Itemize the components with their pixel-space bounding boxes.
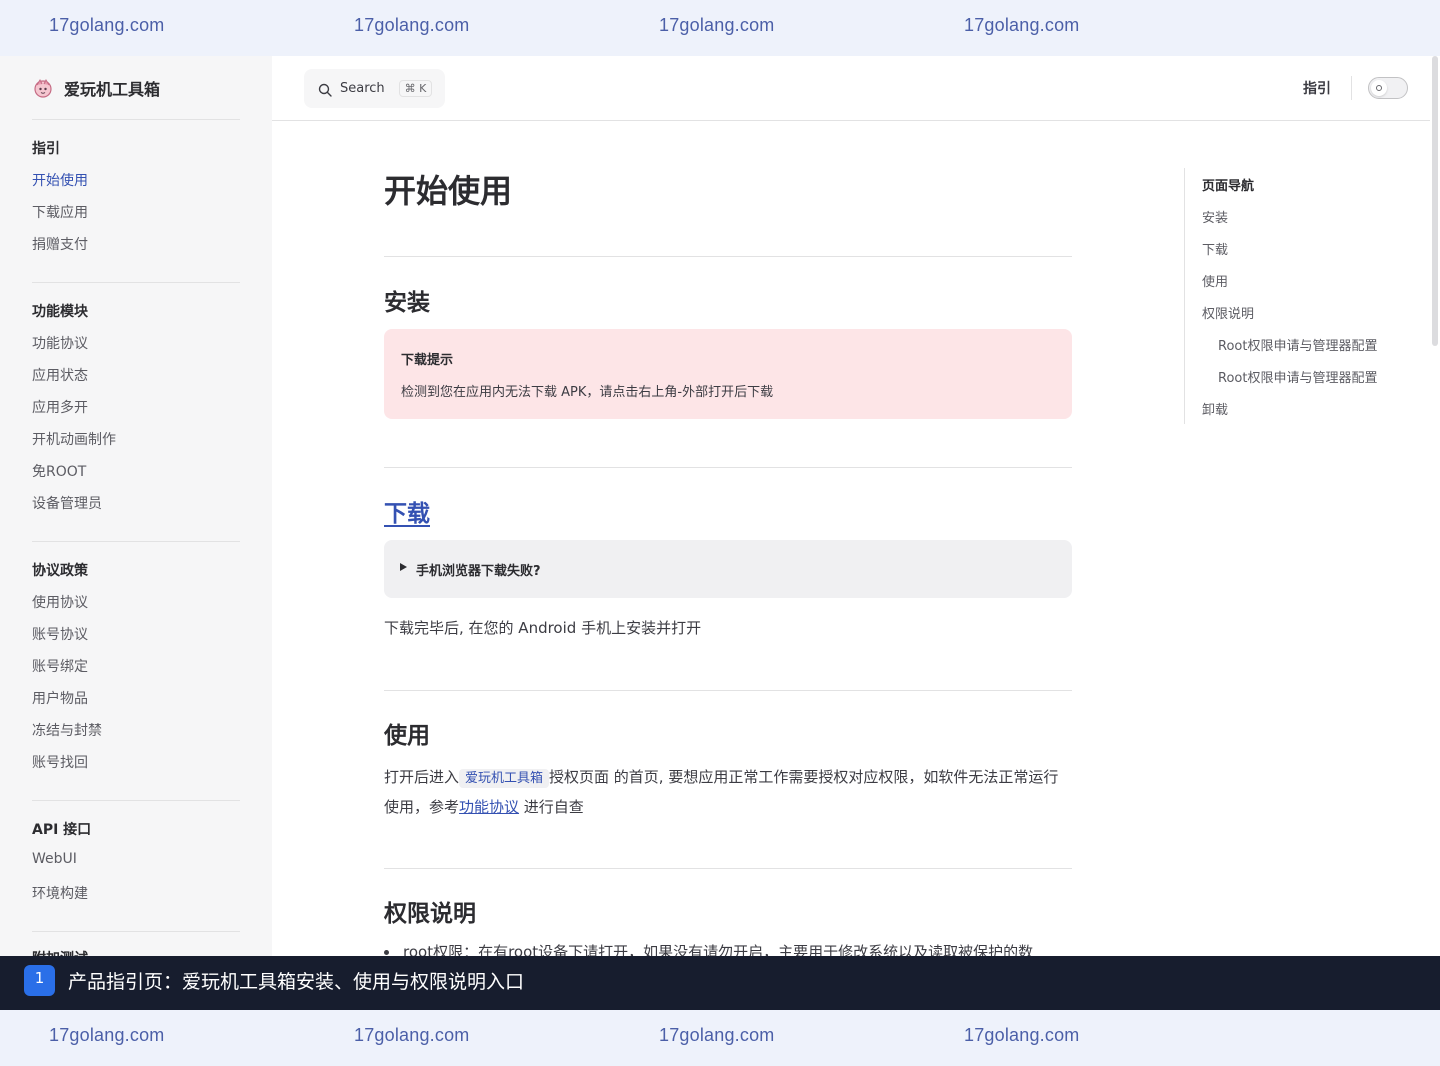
- sidebar-item-app-multi[interactable]: 应用多开: [32, 397, 88, 417]
- sidebar-group-title: 功能模块: [32, 304, 88, 320]
- bullet: [384, 950, 389, 955]
- watermark-text: 17golang.com: [659, 1025, 775, 1045]
- nav-link-guide[interactable]: 指引: [1303, 78, 1331, 98]
- sidebar-item-start[interactable]: 开始使用: [32, 170, 88, 190]
- theme-toggle[interactable]: [1368, 77, 1408, 99]
- triangle-right-icon: [400, 563, 407, 571]
- sidebar-item-account-recovery[interactable]: 账号找回: [32, 752, 88, 772]
- page-title: 开始使用: [384, 172, 513, 210]
- watermark-text: 17golang.com: [354, 15, 470, 35]
- usage-text: 进行自查: [519, 798, 584, 816]
- caption-bar: 1 产品指引页：爱玩机工具箱安装、使用与权限说明入口: [0, 956, 1440, 1010]
- sidebar-item-download-app[interactable]: 下载应用: [32, 202, 88, 222]
- tip-text: 检测到您在应用内无法下载 APK，请点击右上角-外部打开后下载: [401, 385, 774, 400]
- search-button[interactable]: Search ⌘ K: [304, 69, 445, 108]
- heading-install: 安装: [384, 290, 430, 316]
- caption-badge: 1: [24, 965, 55, 996]
- sidebar-divider: [32, 282, 240, 283]
- heading-download-link[interactable]: 下载: [384, 494, 430, 528]
- watermark-text: 17golang.com: [49, 15, 165, 35]
- sidebar: 爱玩机工具箱 指引 开始使用 下载应用 捐赠支付 功能模块 功能协议 应用状态 …: [0, 56, 272, 956]
- function-protocol-link[interactable]: 功能协议: [459, 798, 519, 816]
- scrollbar-thumb[interactable]: [1432, 56, 1438, 346]
- outline-title: 页面导航: [1202, 179, 1255, 194]
- sidebar-group-title: 协议政策: [32, 563, 88, 579]
- watermark-text: 17golang.com: [964, 1025, 1080, 1045]
- outline-item-root-config[interactable]: Root权限申请与管理器配置: [1218, 367, 1377, 386]
- outline-item-install[interactable]: 安装: [1202, 207, 1228, 226]
- brand-logo-icon: [32, 77, 54, 99]
- heading-permissions: 权限说明: [384, 901, 476, 927]
- outline-item-usage[interactable]: 使用: [1202, 271, 1228, 290]
- sidebar-item-donate[interactable]: 捐赠支付: [32, 234, 88, 254]
- sidebar-item-boot-animation[interactable]: 开机动画制作: [32, 429, 116, 449]
- watermark-banner-top: 17golang.com 17golang.com 17golang.com 1…: [0, 0, 1440, 56]
- sidebar-group-title: 附加测试: [32, 948, 88, 956]
- section-divider: [384, 690, 1072, 691]
- sidebar-item-terms[interactable]: 使用协议: [32, 592, 88, 612]
- outline-item-uninstall[interactable]: 卸载: [1202, 399, 1228, 418]
- watermark-text: 17golang.com: [49, 1025, 165, 1045]
- sidebar-item-device-admin[interactable]: 设备管理员: [32, 493, 102, 513]
- heading-usage: 使用: [384, 723, 430, 749]
- sidebar-item-webui[interactable]: WebUI: [32, 851, 77, 867]
- search-shortcut: ⌘ K: [398, 80, 433, 97]
- download-failed-details[interactable]: 手机浏览器下载失败?: [384, 540, 1072, 598]
- download-paragraph: 下载完毕后, 在您的 Android 手机上安装并打开: [384, 619, 702, 637]
- top-nav: Search ⌘ K 指引: [272, 56, 1430, 121]
- sidebar-group-title: 指引: [32, 141, 60, 157]
- sidebar-group-title: API 接口: [32, 822, 92, 838]
- watermark-text: 17golang.com: [659, 15, 775, 35]
- sun-icon: [1376, 85, 1382, 91]
- watermark-banner-bottom: 17golang.com 17golang.com 17golang.com 1…: [0, 1010, 1440, 1066]
- download-tip-box: 下载提示 检测到您在应用内无法下载 APK，请点击右上角-外部打开后下载: [384, 329, 1072, 419]
- usage-paragraph: 打开后进入 爱玩机工具箱 授权页面 的首页, 要想应用正常工作需要授权对应权限，如软…: [384, 763, 1072, 822]
- sidebar-divider: [32, 541, 240, 542]
- search-label: Search: [340, 81, 385, 96]
- watermark-text: 17golang.com: [354, 1025, 470, 1045]
- watermark-text: 17golang.com: [964, 15, 1080, 35]
- caption-text: 产品指引页：爱玩机工具箱安装、使用与权限说明入口: [68, 971, 525, 993]
- section-divider: [384, 868, 1072, 869]
- sidebar-item-app-status[interactable]: 应用状态: [32, 365, 88, 385]
- sidebar-item-user-items[interactable]: 用户物品: [32, 688, 88, 708]
- search-icon: [318, 82, 332, 97]
- sidebar-item-function-protocol[interactable]: 功能协议: [32, 333, 88, 353]
- sidebar-item-no-root[interactable]: 免ROOT: [32, 461, 86, 481]
- section-divider: [384, 467, 1072, 468]
- details-summary: 手机浏览器下载失败?: [416, 564, 541, 579]
- inline-code: 爱玩机工具箱: [459, 769, 550, 788]
- tip-title: 下载提示: [401, 353, 454, 368]
- sidebar-divider: [32, 800, 240, 801]
- sidebar-item-account-protocol[interactable]: 账号协议: [32, 624, 88, 644]
- nav-divider: [1351, 76, 1352, 100]
- sidebar-item-account-binding[interactable]: 账号绑定: [32, 656, 88, 676]
- sidebar-divider: [32, 119, 240, 120]
- outline-item-permissions[interactable]: 权限说明: [1202, 303, 1254, 322]
- sidebar-item-freeze-ban[interactable]: 冻结与封禁: [32, 720, 102, 740]
- usage-text: 打开后进入: [384, 768, 460, 786]
- sidebar-item-env-build[interactable]: 环境构建: [32, 883, 88, 903]
- page-scrollbar[interactable]: [1430, 56, 1440, 956]
- brand-name: 爱玩机工具箱: [64, 80, 161, 99]
- page-outline: 页面导航 安装 下载 使用 权限说明 Root权限申请与管理器配置 Root权限…: [1184, 168, 1404, 424]
- sidebar-divider: [32, 931, 240, 932]
- section-divider: [384, 256, 1072, 257]
- toggle-knob: [1371, 80, 1387, 96]
- brand[interactable]: 爱玩机工具箱: [32, 74, 160, 102]
- outline-item-download[interactable]: 下载: [1202, 239, 1228, 258]
- outline-item-root-config[interactable]: Root权限申请与管理器配置: [1218, 335, 1377, 354]
